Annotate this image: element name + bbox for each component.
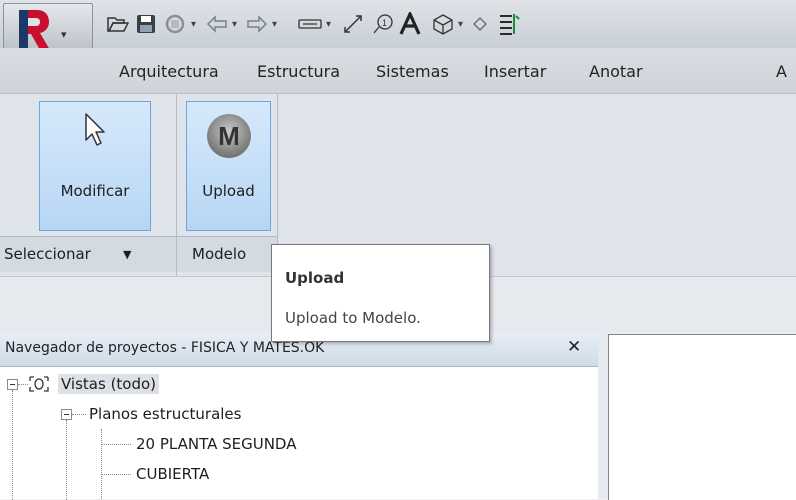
close-icon[interactable]: ✕ (567, 337, 581, 357)
tooltip-title: Upload (285, 269, 345, 287)
tree-connector (66, 420, 67, 500)
upload-tooltip: Upload Upload to Modelo. (271, 244, 490, 342)
section-icon[interactable] (470, 9, 490, 39)
sync-dropdown-icon[interactable]: ▾ (191, 9, 196, 39)
tab-arquitectura[interactable]: Arquitectura (119, 62, 219, 81)
tree-item-planos-estructurales[interactable]: Planos estructurales (61, 399, 241, 429)
view-group-icon (29, 376, 49, 392)
tab-sistemas[interactable]: Sistemas (376, 62, 449, 81)
tree-item-view[interactable]: 20 PLANTA SEGUNDA (101, 429, 296, 459)
ribbon-tab-bar: Arquitectura Estructura Sistemas Inserta… (0, 48, 796, 93)
tooltip-description: Upload to Modelo. (285, 309, 421, 327)
tag-icon[interactable]: 1 (372, 9, 394, 39)
undo-icon[interactable] (206, 9, 228, 39)
3d-view-dropdown-icon[interactable]: ▾ (458, 9, 463, 39)
project-tree: Vistas (todo) Planos estructurales 20 PL… (0, 366, 598, 500)
tab-estructura[interactable]: Estructura (257, 62, 340, 81)
project-browser: Navegador de proyectos - FISICA Y MATES.… (0, 332, 599, 500)
group-seleccionar-label: Seleccionar (4, 245, 91, 263)
group-modelo-label: Modelo (192, 245, 247, 263)
tree-item-label: 20 PLANTA SEGUNDA (136, 435, 297, 453)
tree-item-view[interactable]: CUBIERTA (101, 459, 209, 489)
project-browser-title: Navegador de proyectos - FISICA Y MATES.… (5, 340, 325, 356)
modelo-m-icon: M (187, 112, 270, 162)
drawing-view[interactable] (608, 334, 796, 500)
tree-item-vistas[interactable]: Vistas (todo) (7, 369, 160, 399)
sync-icon[interactable] (164, 9, 186, 39)
measure-dropdown-icon[interactable]: ▾ (326, 9, 331, 39)
collapse-icon[interactable] (7, 378, 18, 390)
quick-access-toolbar: ▾ ▾ ▾ ▾ ▾ 1 ▾ (0, 0, 796, 67)
measure-icon[interactable] (298, 9, 322, 39)
redo-dropdown-icon[interactable]: ▾ (272, 9, 277, 39)
group-separator (176, 94, 177, 277)
upload-label: Upload (202, 182, 255, 200)
3d-view-icon[interactable] (432, 9, 454, 39)
app-menu-dropdown-icon: ▾ (61, 28, 67, 41)
revit-logo-icon (19, 10, 50, 50)
svg-text:M: M (218, 121, 240, 151)
tree-connector (101, 443, 131, 445)
aligned-dimension-icon[interactable] (342, 9, 364, 39)
cursor-arrow-icon (40, 112, 150, 162)
text-icon[interactable] (399, 9, 421, 39)
collapse-icon[interactable] (61, 408, 72, 420)
group-modelo: Modelo (177, 236, 277, 272)
tab-insertar[interactable]: Insertar (484, 62, 546, 81)
save-icon[interactable] (136, 9, 156, 39)
tree-connector (72, 413, 86, 415)
modify-button[interactable]: Modificar (39, 101, 151, 231)
group-seleccionar-dropdown-icon[interactable]: ▼ (123, 248, 131, 261)
tree-item-label: CUBIERTA (136, 465, 210, 483)
modify-label: Modificar (60, 182, 130, 200)
svg-text:1: 1 (382, 18, 387, 28)
tree-connector (101, 473, 131, 475)
thin-lines-icon[interactable] (498, 9, 520, 39)
group-seleccionar[interactable]: Seleccionar ▼ (0, 236, 176, 272)
redo-icon[interactable] (246, 9, 268, 39)
tree-item-label: Vistas (todo) (58, 374, 160, 394)
tab-overflow[interactable]: A (776, 62, 787, 81)
undo-dropdown-icon[interactable]: ▾ (232, 9, 237, 39)
splitter[interactable] (598, 332, 608, 499)
tree-item-label: Planos estructurales (89, 405, 242, 423)
tree-connector (18, 383, 28, 385)
open-folder-icon[interactable] (107, 9, 129, 39)
tree-connector (12, 390, 13, 500)
upload-button[interactable]: M Upload (186, 101, 271, 231)
tab-anotar[interactable]: Anotar (589, 62, 643, 81)
